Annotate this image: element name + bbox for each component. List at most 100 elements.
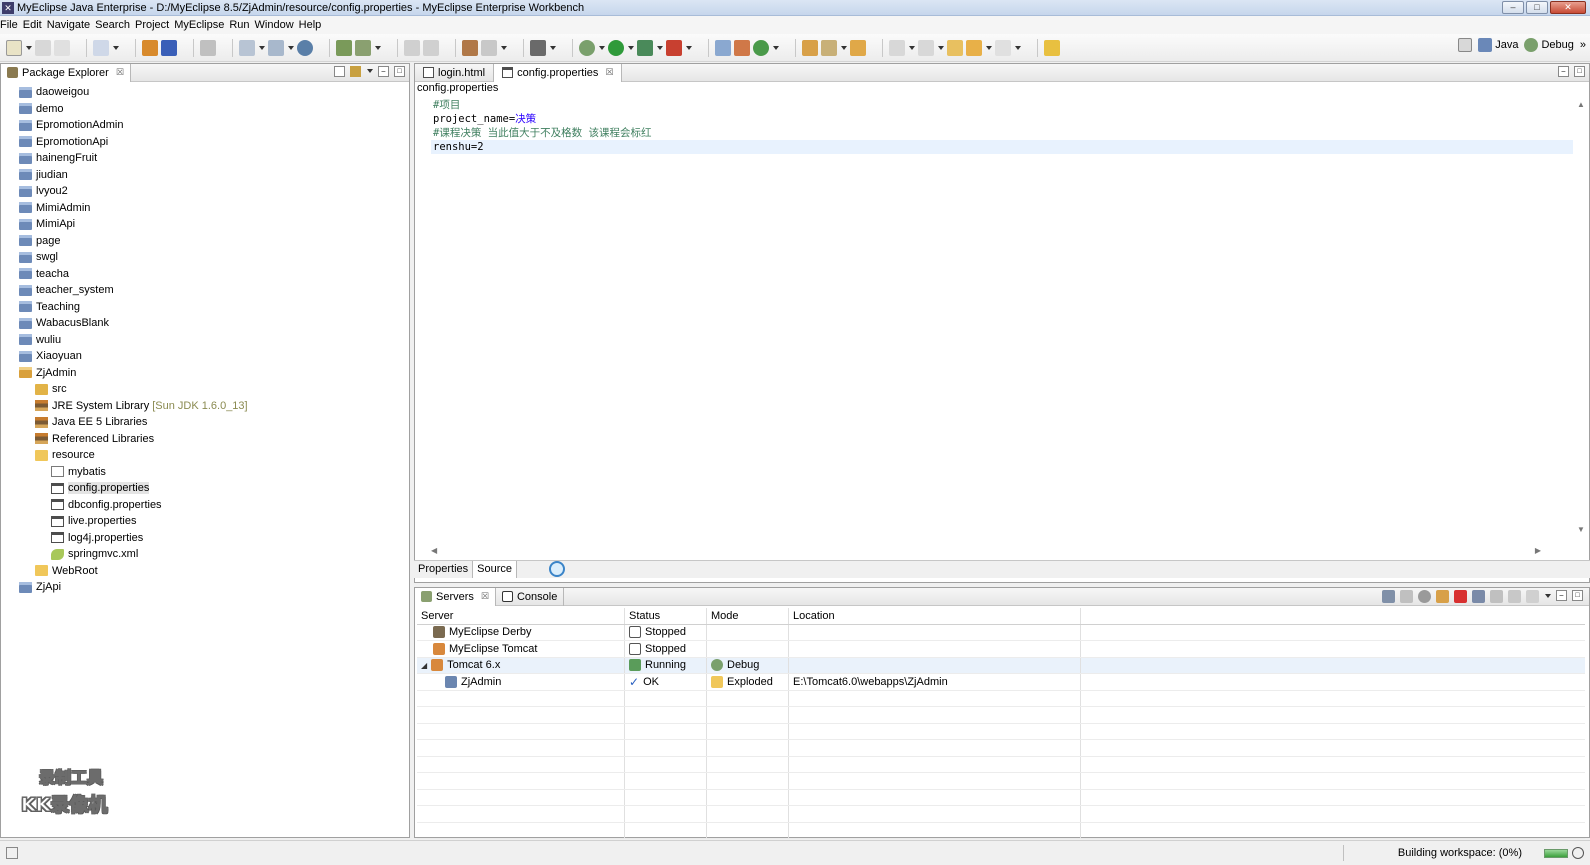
- forward-dropdown-icon[interactable]: [1015, 45, 1021, 50]
- open-type-icon[interactable]: [802, 39, 818, 56]
- tree-item[interactable]: config.properties: [1, 480, 409, 497]
- menu-file[interactable]: File: [0, 19, 23, 31]
- copy-icon[interactable]: [1508, 590, 1521, 603]
- coverage-icon[interactable]: [637, 39, 653, 56]
- tree-item[interactable]: Java EE 5 Libraries: [1, 414, 409, 431]
- browser-icon[interactable]: [297, 39, 313, 56]
- remove-icon[interactable]: [1490, 590, 1503, 603]
- publish-icon[interactable]: [1472, 590, 1485, 603]
- print-icon[interactable]: [54, 39, 70, 56]
- tree-item[interactable]: WebRoot: [1, 563, 409, 580]
- link-with-editor-icon[interactable]: [350, 66, 361, 77]
- perspective-java[interactable]: Java: [1478, 38, 1518, 52]
- minimize-view-icon[interactable]: –: [378, 66, 389, 77]
- monitor-icon[interactable]: [530, 39, 546, 56]
- new-icon[interactable]: [6, 39, 22, 56]
- tab-config-properties[interactable]: config.properties ☒: [494, 63, 623, 82]
- perspective-debug[interactable]: Debug: [1524, 38, 1574, 52]
- new-server-icon[interactable]: [1382, 590, 1395, 603]
- tab-console[interactable]: Console: [496, 587, 565, 606]
- hierarchy-icon[interactable]: [336, 39, 352, 56]
- back-icon[interactable]: [966, 39, 982, 56]
- prev-annotation-dropdown-icon[interactable]: [938, 45, 944, 50]
- tree-item[interactable]: daoweigou: [1, 84, 409, 101]
- monitor-dropdown-icon[interactable]: [550, 45, 556, 50]
- scroll-left-icon[interactable]: ◀: [431, 546, 437, 555]
- minimize-button[interactable]: –: [1502, 1, 1524, 14]
- new-class-dropdown-icon[interactable]: [773, 45, 779, 50]
- progress-bar[interactable]: [1544, 849, 1568, 858]
- progress-view-icon[interactable]: [1572, 847, 1584, 859]
- tree-item[interactable]: hainengFruit: [1, 150, 409, 167]
- tree-item[interactable]: resource: [1, 447, 409, 464]
- minimize-editor-icon[interactable]: –: [1558, 66, 1569, 77]
- column-location[interactable]: Location: [789, 608, 1081, 624]
- run-icon[interactable]: [608, 39, 624, 56]
- profile-server-icon[interactable]: [1436, 590, 1449, 603]
- vertical-scrollbar[interactable]: ▲ ▼: [1573, 98, 1589, 538]
- tree-item[interactable]: demo: [1, 101, 409, 118]
- debug-icon[interactable]: [579, 39, 595, 56]
- tab-login-html[interactable]: login.html: [415, 63, 495, 82]
- column-mode[interactable]: Mode: [707, 608, 789, 624]
- coverage-dropdown-icon[interactable]: [657, 45, 663, 50]
- menu-window[interactable]: Window: [255, 19, 299, 31]
- open-perspective-icon[interactable]: [1458, 38, 1473, 52]
- new-wizard-icon[interactable]: [93, 39, 109, 56]
- new-dropdown-icon[interactable]: [26, 45, 32, 50]
- expand-arrow-icon[interactable]: ◢: [421, 661, 427, 670]
- open-resource-icon[interactable]: [850, 39, 866, 56]
- more-perspectives-button[interactable]: »: [1580, 39, 1586, 51]
- back-dropdown-icon[interactable]: [986, 45, 992, 50]
- horizontal-scrollbar[interactable]: ◀ ▶: [431, 546, 1541, 556]
- minimize-view-icon[interactable]: –: [1556, 590, 1567, 601]
- code-text-area[interactable]: #项目 project_name=决策 #课程决策 当此值大于不及格数 该课程会标红…: [415, 98, 1575, 538]
- table-row[interactable]: ZjAdmin ✓ OK Exploded E:\Tomcat6.0\webapps\Z…: [417, 674, 1585, 691]
- menu-help[interactable]: Help: [299, 19, 327, 31]
- maximize-button[interactable]: □: [1526, 1, 1548, 14]
- tree-item[interactable]: springmvc.xml: [1, 546, 409, 563]
- tree-item[interactable]: page: [1, 233, 409, 250]
- maximize-view-icon[interactable]: □: [394, 66, 405, 77]
- table-row[interactable]: MyEclipse Derby Stopped: [417, 624, 1585, 641]
- tree-item[interactable]: EpromotionAdmin: [1, 117, 409, 134]
- tree-item[interactable]: WabacusBlank: [1, 315, 409, 332]
- next-annotation-icon[interactable]: [889, 39, 905, 56]
- tool2-icon[interactable]: [268, 39, 284, 56]
- cut-icon[interactable]: [404, 39, 420, 56]
- new-class-icon[interactable]: [753, 39, 769, 56]
- menu-edit[interactable]: Edit: [23, 19, 47, 31]
- close-icon[interactable]: ☒: [605, 67, 613, 78]
- menu-navigate[interactable]: Navigate: [47, 19, 95, 31]
- forward-icon[interactable]: [995, 39, 1011, 56]
- tree-item[interactable]: MimiAdmin: [1, 200, 409, 217]
- view-menu-icon[interactable]: [1545, 594, 1551, 598]
- tab-properties[interactable]: Properties: [414, 561, 474, 578]
- stop-server-icon[interactable]: [1454, 590, 1467, 603]
- database-icon[interactable]: [200, 39, 216, 56]
- last-edit-icon[interactable]: [947, 39, 963, 56]
- tab-servers[interactable]: Servers ☒: [415, 587, 496, 606]
- tree-item[interactable]: swgl: [1, 249, 409, 266]
- external-run-dropdown-icon[interactable]: [686, 45, 692, 50]
- new-package-icon[interactable]: [734, 39, 750, 56]
- external-tools-dropdown-icon[interactable]: [375, 45, 381, 50]
- menu-search[interactable]: Search: [95, 19, 135, 31]
- copy-icon[interactable]: [423, 39, 439, 56]
- tree-item[interactable]: teacha: [1, 266, 409, 283]
- tree-item[interactable]: log4j.properties: [1, 530, 409, 547]
- tree-item[interactable]: lvyou2: [1, 183, 409, 200]
- tree-item[interactable]: EpromotionApi: [1, 134, 409, 151]
- tree-item[interactable]: Referenced Libraries: [1, 431, 409, 448]
- close-icon[interactable]: ☒: [116, 67, 124, 78]
- maximize-view-icon[interactable]: □: [1572, 590, 1583, 601]
- open-task-icon[interactable]: [821, 39, 837, 56]
- view-menu-icon[interactable]: [367, 69, 373, 73]
- server-icon[interactable]: [161, 39, 177, 56]
- tool-icon[interactable]: [239, 39, 255, 56]
- new-java-project-icon[interactable]: [715, 39, 731, 56]
- tree-item[interactable]: mybatis: [1, 464, 409, 481]
- tree-item[interactable]: ZjApi: [1, 579, 409, 596]
- external-run-icon[interactable]: [666, 39, 682, 56]
- tree-item[interactable]: MimiApi: [1, 216, 409, 233]
